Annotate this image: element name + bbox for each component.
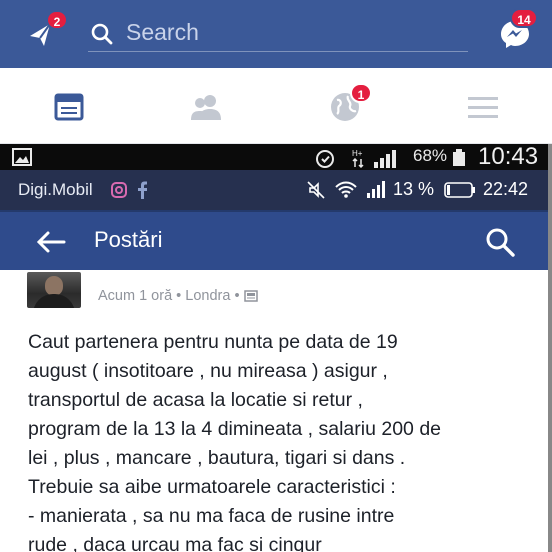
inner-battery-percent: 13 %	[393, 179, 435, 199]
search-placeholder: Search	[126, 19, 199, 45]
carrier-name: Digi.Mobil	[18, 180, 93, 199]
tab-friend-requests[interactable]	[189, 90, 223, 124]
toolbar-search-icon[interactable]	[484, 226, 516, 263]
post-line: rude , daca urcau ma fac si cinqur	[28, 534, 322, 552]
app-toolbar: Postări	[0, 210, 548, 270]
wifi-icon	[334, 179, 358, 204]
back-arrow-icon[interactable]	[36, 230, 66, 259]
facebook-icon	[135, 181, 149, 204]
post-line: transportul de acasa la locatie si retur…	[28, 389, 363, 411]
post-line: august ( insotitoare , nu mireasa ) asig…	[28, 360, 388, 382]
search-icon	[90, 22, 114, 51]
facebook-tab-bar: 1	[0, 68, 552, 144]
cellular-signal-icon	[366, 179, 390, 204]
clock: 10:43	[478, 143, 539, 170]
battery-icon	[452, 149, 466, 172]
toolbar-title: Postări	[94, 227, 163, 252]
tab-menu[interactable]	[466, 90, 500, 124]
instagram-icon	[111, 182, 127, 203]
news-feed-icon	[54, 93, 84, 121]
hamburger-menu-icon	[468, 97, 498, 118]
screenshot-edge	[548, 144, 552, 552]
post-line: - manierata , sa nu ma faca de rusine in…	[28, 505, 395, 527]
friends-icon	[191, 95, 221, 120]
post-content-area: Acum 1 oră • Londra • Caut partenera pen…	[0, 270, 548, 552]
notifications-badge: 1	[350, 83, 372, 103]
post-meta-text: Acum 1 oră • Londra •	[98, 288, 240, 304]
inner-battery-icon	[444, 182, 476, 203]
audience-icon	[243, 290, 258, 306]
embedded-screenshot: H+ 68% 10:43 Digi.Mobil 13 % 22:42 Postă…	[0, 143, 548, 552]
post-body: Caut partenera pentru nunta pe data de 1…	[28, 328, 548, 552]
outer-status-bar: H+ 68% 10:43	[0, 143, 548, 172]
messenger-badge: 14	[510, 8, 538, 28]
inner-status-bar: Digi.Mobil 13 % 22:42	[0, 170, 548, 210]
svg-text:H+: H+	[352, 149, 363, 158]
post-meta: Acum 1 oră • Londra •	[98, 288, 258, 306]
post-line: Caut partenera pentru nunta pe data de 1…	[28, 331, 398, 353]
gallery-icon	[12, 148, 32, 171]
facebook-header: 2 Search 14	[0, 0, 552, 68]
avatar[interactable]	[27, 272, 81, 308]
mute-icon	[306, 180, 326, 205]
battery-percent: 68%	[413, 146, 448, 165]
post-line: program de la 13 la 4 dimineata , salari…	[28, 418, 442, 440]
post-line: Trebuie sa aibe urmatoarele caracteristi…	[28, 476, 396, 498]
post-line: lei , plus , mancare , bautura, tigari s…	[28, 447, 406, 469]
tab-news-feed[interactable]	[52, 90, 86, 124]
search-input[interactable]: Search	[88, 14, 468, 52]
composer-badge: 2	[46, 10, 68, 30]
inner-clock: 22:42	[483, 179, 529, 199]
